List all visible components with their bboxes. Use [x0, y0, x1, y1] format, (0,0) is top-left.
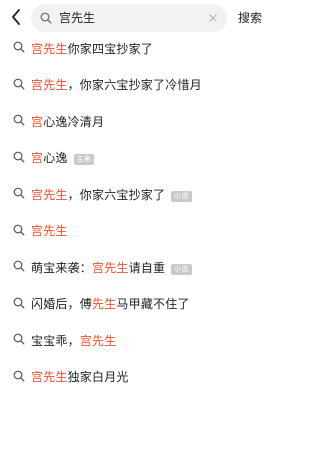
- search-icon: [13, 187, 25, 199]
- suggestion-text: 萌宝来袭：宫先生请自重 小说: [31, 259, 192, 276]
- search-button[interactable]: 搜索: [238, 9, 262, 26]
- highlight-text: 宫先生: [92, 260, 129, 275]
- tag-badge: 小说: [171, 263, 192, 275]
- suggestion-item[interactable]: 宫先生，你家六宝抄家了冷惜月: [0, 67, 276, 104]
- suggestion-text: 宫心逸冷清月: [31, 113, 104, 130]
- suggestion-text: 宝宝乖，宫先生: [31, 332, 116, 349]
- search-icon: [13, 370, 25, 382]
- suggestion-text-part: 心逸: [43, 151, 68, 166]
- highlight-text: 宫先生: [31, 78, 68, 93]
- chevron-left-icon: [12, 9, 20, 25]
- suggestion-item[interactable]: 闪婚后，傅先生马甲藏不住了: [0, 286, 276, 323]
- suggestion-item[interactable]: 萌宝来袭：宫先生请自重 小说: [0, 249, 276, 286]
- search-icon: [13, 333, 25, 345]
- suggestion-item[interactable]: 宫心逸冷清月: [0, 103, 276, 140]
- search-input[interactable]: [59, 4, 199, 32]
- suggestion-text: 宫先生: [31, 222, 68, 239]
- highlight-text: 宫先生: [31, 41, 68, 56]
- suggestion-text-part: ，你家六宝抄家了冷惜月: [67, 78, 202, 93]
- suggestion-item[interactable]: 宫先生: [0, 213, 276, 250]
- back-button[interactable]: [8, 8, 24, 26]
- highlight-text: 宫先生: [31, 187, 68, 202]
- search-icon: [40, 12, 52, 24]
- highlight-text: 宫先生: [79, 333, 117, 348]
- suggestion-text-part: 萌宝来袭：: [31, 260, 93, 275]
- suggestion-text-part: 心逸冷清月: [43, 114, 105, 129]
- search-icon: [13, 114, 25, 126]
- suggestion-text: 宫先生你家四宝抄家了: [31, 40, 153, 57]
- suggestion-text: 宫先生，你家六宝抄家了 小说: [31, 186, 192, 203]
- suggestion-text: 宫心逸 主角: [31, 149, 95, 166]
- suggestion-text-part: 请自重: [128, 260, 166, 275]
- suggestion-item[interactable]: 宫心逸 主角: [0, 140, 276, 177]
- suggestion-item[interactable]: 宫先生独家白月光: [0, 359, 276, 396]
- suggestion-item[interactable]: 宫先生你家四宝抄家了: [0, 30, 276, 67]
- highlight-text: 先生: [92, 297, 117, 312]
- suggestion-text-part: 宝宝乖，: [31, 333, 80, 348]
- search-icon: [13, 151, 25, 163]
- highlight-text: 宫先生: [31, 370, 68, 385]
- highlight-text: 宫先生: [31, 224, 68, 239]
- suggestion-list: 宫先生你家四宝抄家了 宫先生，你家六宝抄家了冷惜月 宫心逸冷清月 宫心逸 主角 宫先生，你…: [0, 30, 276, 395]
- tag-badge: 小说: [171, 190, 192, 202]
- search-icon: [13, 41, 25, 53]
- tag-badge: 主角: [73, 154, 95, 166]
- suggestion-item[interactable]: 宝宝乖，宫先生: [0, 322, 276, 359]
- highlight-text: 宫: [31, 151, 44, 166]
- suggestion-text: 宫先生，你家六宝抄家了冷惜月: [31, 76, 202, 93]
- suggestion-item[interactable]: 宫先生，你家六宝抄家了 小说: [0, 176, 276, 213]
- search-icon: [13, 297, 25, 309]
- search-icon: [13, 260, 25, 272]
- highlight-text: 宫: [31, 114, 44, 129]
- suggestion-text-part: 独家白月光: [67, 370, 129, 385]
- suggestion-text-part: ，你家六宝抄家了: [67, 187, 166, 202]
- search-icon: [13, 78, 25, 90]
- suggestion-text-part: 马甲藏不住了: [116, 297, 190, 312]
- suggestion-text-part: 闪婚后，傅: [31, 297, 93, 312]
- suggestion-text: 宫先生独家白月光: [31, 368, 129, 385]
- suggestion-text-part: 你家四宝抄家了: [67, 41, 154, 56]
- suggestion-text: 闪婚后，傅先生马甲藏不住了: [31, 295, 190, 312]
- search-box[interactable]: [31, 4, 227, 32]
- search-icon: [13, 224, 25, 236]
- close-icon[interactable]: [207, 12, 219, 24]
